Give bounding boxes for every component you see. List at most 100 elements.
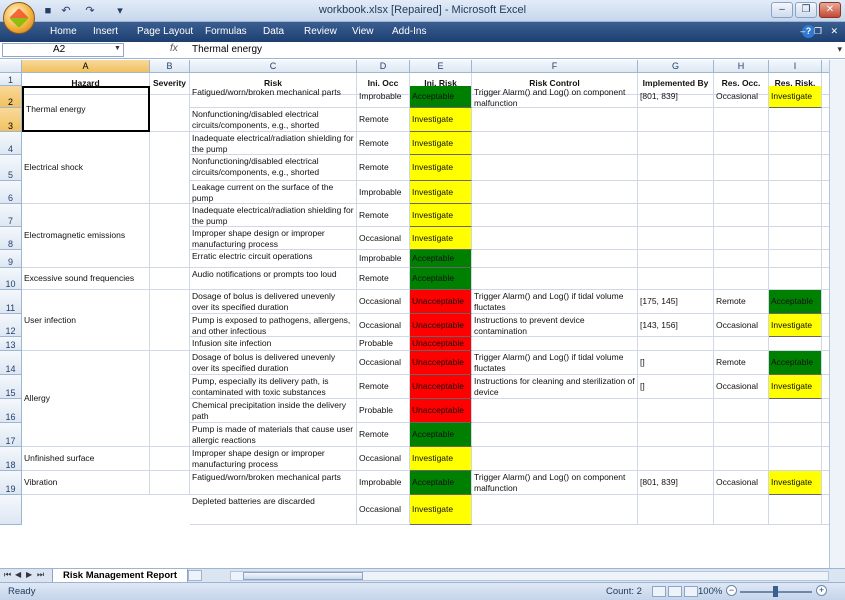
cell-res-risk[interactable] [769,268,822,290]
cell-occ[interactable]: Improbable [357,471,410,495]
cell-impl[interactable]: [801, 839] [638,471,714,495]
next-sheet-icon[interactable]: ▶ [26,570,32,579]
cell-res-risk[interactable] [769,132,822,155]
cell-occ[interactable]: Remote [357,268,410,290]
normal-view-button[interactable] [652,586,666,597]
undo-icon[interactable]: ↶ [58,4,74,18]
hazard-cell[interactable]: Excessive sound frequencies [22,268,150,290]
severity-cell[interactable] [150,290,190,351]
cell-control[interactable]: Trigger Alarm() and Log() on component m… [472,471,638,495]
hazard-cell[interactable]: Unfinished surface [22,447,150,471]
row-header-11[interactable]: 11 [0,290,22,314]
cell-impl[interactable] [638,181,714,204]
cell-res-occ[interactable] [714,204,769,227]
first-sheet-icon[interactable]: ⏮ [4,570,11,580]
cell-ini-risk[interactable]: Investigate [410,204,472,227]
cell-occ[interactable]: Occasional [357,290,410,314]
cell-ini-risk[interactable]: Acceptable [410,268,472,290]
severity-cell[interactable] [150,471,190,495]
cell-risk[interactable]: Depleted batteries are discarded [190,495,357,525]
zoom-in-button[interactable]: + [816,585,827,596]
cell-res-risk[interactable]: Investigate [769,314,822,337]
cell-ini-risk[interactable]: Unacceptable [410,399,472,423]
zoom-out-button[interactable]: − [726,585,737,596]
cell-risk[interactable]: Audio notifications or prompts too loud [190,268,357,290]
row-header-20[interactable] [0,495,22,525]
cell-risk[interactable]: Dosage of bolus is delivered unevenly ov… [190,351,357,375]
row-header-14[interactable]: 14 [0,351,22,375]
cell-occ[interactable]: Probable [357,399,410,423]
cell-ini-risk[interactable]: Acceptable [410,250,472,268]
cell-impl[interactable] [638,268,714,290]
cell-res-occ[interactable] [714,250,769,268]
cell-occ[interactable]: Improbable [357,181,410,204]
cell-risk[interactable]: Infusion site infection [190,337,357,351]
cell-occ[interactable]: Remote [357,375,410,399]
hazard-cell[interactable]: Allergy [22,351,150,447]
cell-res-risk[interactable] [769,181,822,204]
hazard-cell[interactable]: User infection [22,290,150,351]
cell-res-risk[interactable] [769,250,822,268]
cell-res-risk[interactable] [769,204,822,227]
scrollbar-thumb[interactable] [243,572,363,580]
row-header-10[interactable]: 10 [0,268,22,290]
cell-ini-risk[interactable]: Investigate [410,132,472,155]
cell-occ[interactable]: Remote [357,132,410,155]
row-header-7[interactable]: 7 [0,204,22,227]
office-button[interactable] [3,2,35,34]
cell-occ[interactable]: Remote [357,204,410,227]
tab-formulas[interactable]: Formulas [205,26,247,37]
formula-input[interactable]: Thermal energy [192,44,262,55]
column-header-b[interactable]: B [150,60,190,73]
cell-risk[interactable]: Inadequate electrical/radiation shieldin… [190,132,357,155]
close-button[interactable]: ✕ [819,2,841,18]
cell-control[interactable] [472,495,638,525]
prev-sheet-icon[interactable]: ◀ [15,570,21,579]
cell-res-occ[interactable] [714,447,769,471]
cell-ini-risk[interactable]: Acceptable [410,86,472,108]
select-all-corner[interactable] [0,60,22,73]
cell-ini-risk[interactable]: Investigate [410,495,472,525]
insert-sheet-button[interactable] [188,570,202,581]
cell-ini-risk[interactable]: Acceptable [410,423,472,447]
cell-control[interactable] [472,268,638,290]
severity-cell[interactable] [150,132,190,204]
cell-occ[interactable]: Occasional [357,447,410,471]
cell-occ[interactable]: Remote [357,155,410,181]
cell-res-occ[interactable] [714,181,769,204]
cell-risk[interactable]: Leakage current on the surface of the pu… [190,181,357,204]
row-header-17[interactable]: 17 [0,423,22,447]
severity-cell[interactable] [150,268,190,290]
name-box[interactable]: A2 [2,43,124,57]
cell-risk[interactable]: Fatigued/worn/broken mechanical parts [190,86,357,108]
cell-control[interactable] [472,155,638,181]
hazard-cell[interactable]: Electrical shock [22,132,150,204]
cell-impl[interactable]: [] [638,351,714,375]
hazard-cell[interactable]: Electromagnetic emissions [22,204,150,268]
customize-icon[interactable]: ▾ [112,4,128,18]
zoom-level[interactable]: 100% [698,586,722,597]
row-header-3[interactable]: 3 [0,108,22,132]
cell-res-risk[interactable] [769,423,822,447]
row-header-9[interactable]: 9 [0,250,22,268]
cell-risk[interactable]: Nonfunctioning/disabled electrical circu… [190,155,357,181]
tab-add-ins[interactable]: Add-Ins [392,26,426,37]
cell-control[interactable]: Instructions to prevent device contamina… [472,314,638,337]
cell-occ[interactable]: Occasional [357,314,410,337]
cell-occ[interactable]: Occasional [357,227,410,250]
cell-impl[interactable] [638,132,714,155]
cell-res-occ[interactable] [714,495,769,525]
cell-occ[interactable]: Improbable [357,86,410,108]
cell-impl[interactable] [638,108,714,132]
row-header-15[interactable]: 15 [0,375,22,399]
cell-impl[interactable] [638,250,714,268]
severity-cell[interactable] [150,447,190,471]
cell-control[interactable] [472,399,638,423]
cell-res-risk[interactable]: Investigate [769,375,822,399]
cell-control[interactable]: Trigger Alarm() and Log() if tidal volum… [472,290,638,314]
column-header-g[interactable]: G [638,60,714,73]
page-layout-view-button[interactable] [668,586,682,597]
cell-impl[interactable] [638,204,714,227]
cell-impl[interactable] [638,447,714,471]
cell-control[interactable]: Instructions for cleaning and sterilizat… [472,375,638,399]
